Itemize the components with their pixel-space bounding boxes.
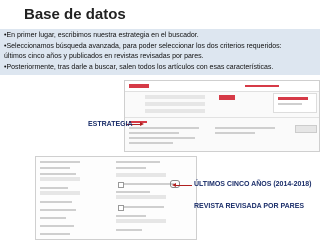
- search-bar-highlight: [245, 85, 279, 87]
- limiter-field[interactable]: [40, 177, 80, 181]
- limiter-label: [40, 225, 74, 227]
- limiter-label: [116, 167, 146, 169]
- option-line: [215, 127, 275, 129]
- bullet-1: •En primer lugar, escribimos nuestra est…: [4, 32, 199, 39]
- limiter-label: [116, 229, 142, 231]
- option-line: [215, 132, 255, 134]
- limiter-field[interactable]: [40, 191, 80, 195]
- option-line: [129, 137, 195, 139]
- tab-accent: [129, 84, 149, 88]
- reset-button[interactable]: [295, 125, 317, 133]
- database-search-screenshot: [124, 80, 320, 152]
- strategy-label: ESTRATEGIA: [88, 121, 133, 128]
- limiter-field[interactable]: [116, 219, 166, 223]
- bullet-3: últimos cinco años y publicados en revis…: [4, 53, 204, 60]
- limiter-label: [40, 187, 68, 189]
- instruction-banner: •En primer lugar, escribimos nuestra est…: [0, 29, 320, 75]
- search-field-3[interactable]: [145, 109, 205, 113]
- published-date-label: [124, 183, 174, 185]
- limiter-label: [40, 209, 76, 211]
- limiter-heading: [40, 161, 80, 163]
- bullet-4: •Posteriormente, tras darle a buscar, sa…: [4, 63, 274, 71]
- limiter-label: [40, 173, 76, 175]
- option-line: [129, 142, 173, 144]
- peer-reviewed-label-caption: REVISTA REVISADA POR PARES: [194, 203, 305, 210]
- bullet-2: •Seleccionamos búsqueda avanzada, para p…: [4, 42, 282, 50]
- limiters-screenshot: [35, 156, 197, 240]
- limiter-label: [40, 217, 66, 219]
- last-five-years-arrow-head: [172, 183, 176, 187]
- limiter-label: [116, 215, 146, 217]
- database-logo-icon: [278, 97, 308, 100]
- search-field-1[interactable]: [145, 95, 205, 99]
- limiter-label: [40, 233, 70, 235]
- limiter-field[interactable]: [116, 195, 166, 199]
- limiter-field[interactable]: [116, 173, 166, 177]
- database-logo-area: [273, 93, 317, 113]
- strategy-arrow-head: [140, 122, 144, 126]
- last-five-years-label: ÚLTIMOS CINCO AÑOS (2014-2018): [194, 181, 312, 188]
- option-line: [129, 127, 199, 129]
- limiter-label: [116, 191, 150, 193]
- option-line: [129, 132, 179, 134]
- search-button[interactable]: [219, 95, 235, 100]
- slide-title: Base de datos: [24, 6, 126, 23]
- search-field-2[interactable]: [145, 102, 205, 106]
- logo-caption: [278, 103, 302, 105]
- limiter-label: [40, 201, 72, 203]
- limiter-label: [40, 167, 70, 169]
- limiter-heading: [116, 161, 160, 163]
- peer-reviewed-label: [124, 206, 164, 208]
- divider: [125, 117, 319, 118]
- last-five-years-arrow: [176, 185, 192, 186]
- browser-toolbar: [125, 81, 319, 92]
